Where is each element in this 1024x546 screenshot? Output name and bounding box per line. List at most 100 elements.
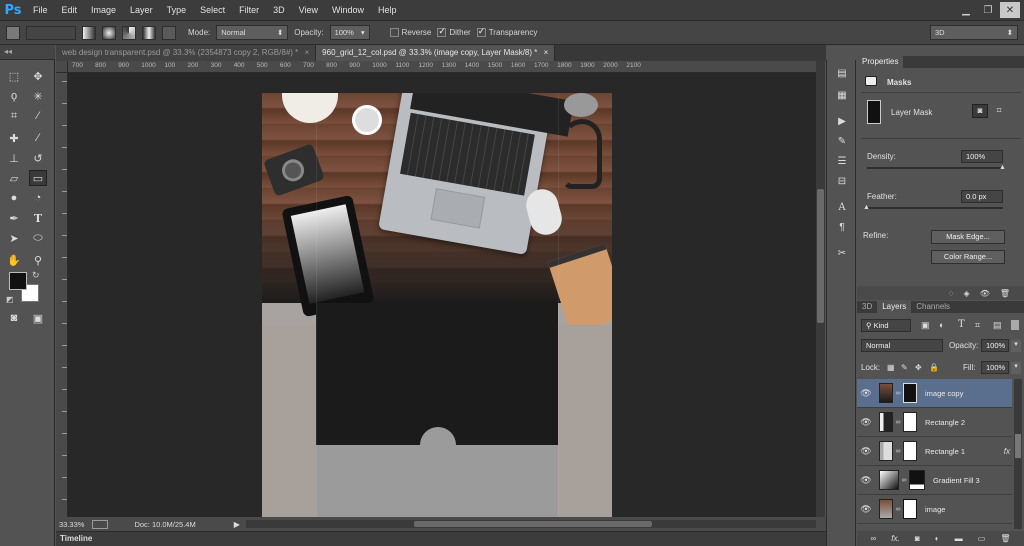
density-slider-thumb[interactable]: ▲	[999, 164, 1006, 171]
new-layer-icon[interactable]: ▭	[978, 534, 986, 543]
fx-icon[interactable]: fx	[1004, 447, 1010, 456]
eye-icon[interactable]: 👁	[857, 475, 875, 486]
canvas-area[interactable]	[68, 73, 816, 517]
proof-setup-icon[interactable]	[92, 519, 109, 529]
restore-icon[interactable]: ❐	[978, 2, 998, 18]
opacity-dropdown-arrow-icon[interactable]: ▾	[1011, 340, 1021, 352]
mask-visibility-icon[interactable]: 👁	[980, 289, 990, 298]
tool-presets-icon[interactable]: ✂	[834, 246, 850, 260]
link-icon[interactable]: ∞	[893, 448, 903, 455]
feather-slider-thumb[interactable]: ▲	[863, 204, 870, 211]
apply-mask-icon[interactable]: ◈	[964, 289, 970, 298]
close-icon[interactable]: ✕	[1000, 2, 1020, 18]
document-canvas[interactable]	[262, 93, 612, 517]
history-icon[interactable]: ▤	[834, 66, 850, 80]
layer-mask-thumbnail[interactable]	[903, 499, 917, 519]
layer-mask-thumbnail[interactable]	[903, 383, 917, 403]
horizontal-ruler[interactable]: 700 800 900 1000 100 200 300 400 500 600 700 800 900…	[56, 61, 816, 73]
close-tab-icon[interactable]: ×	[305, 48, 310, 57]
layer-thumbnail[interactable]	[879, 412, 893, 432]
foreground-color-swatch[interactable]	[9, 272, 27, 290]
transparency-check-icon[interactable]	[476, 26, 486, 38]
screen-mode-icon[interactable]: ▣	[29, 310, 47, 326]
status-menu-arrow-icon[interactable]: ▶	[234, 520, 240, 529]
link-icon[interactable]: ∞	[899, 477, 909, 484]
dither-checkbox[interactable]: Dither	[437, 26, 471, 38]
reverse-checkbox[interactable]: Reverse	[389, 28, 431, 38]
layer-row-rectangle-2[interactable]: 👁 ∞ Rectangle 2	[857, 408, 1012, 437]
color-range-button[interactable]: Color Range...	[931, 250, 1005, 264]
layer-filter-kind[interactable]: ⚲ Kind	[861, 319, 911, 332]
density-field[interactable]: 100%	[961, 150, 1003, 163]
menu-layer[interactable]: Layer	[123, 0, 160, 21]
lock-image-icon[interactable]: ✎	[901, 363, 908, 372]
reflected-gradient-icon[interactable]	[142, 25, 156, 40]
magic-wand-tool-icon[interactable]: ✳	[29, 88, 47, 104]
filter-adjustment-icon[interactable]: ◐	[939, 320, 944, 330]
reverse-check-icon[interactable]	[389, 28, 399, 38]
minimize-icon[interactable]: ▁	[956, 2, 976, 18]
adjustments-icon[interactable]: ☰	[834, 154, 850, 168]
pixel-mask-button[interactable]: ◙	[972, 104, 988, 118]
fill-field[interactable]: 100%	[981, 361, 1009, 374]
layer-mask-thumbnail[interactable]	[867, 100, 881, 124]
tab-3d[interactable]: 3D	[857, 301, 877, 313]
delete-layer-icon[interactable]: 🗑	[1000, 534, 1010, 543]
lasso-tool-icon[interactable]: ϙ	[5, 88, 23, 104]
layer-thumbnail[interactable]	[879, 470, 899, 490]
marquee-tool-icon[interactable]: ⬚	[5, 68, 23, 84]
dither-check-icon[interactable]	[437, 26, 447, 38]
layer-thumbnail[interactable]	[879, 499, 893, 519]
filter-smart-object-icon[interactable]: ▤	[993, 320, 1002, 331]
add-mask-icon[interactable]: ◙	[915, 534, 920, 543]
swap-colors-icon[interactable]: ↻	[32, 270, 40, 281]
canvas-vertical-scrollbar[interactable]	[816, 61, 825, 517]
mode-dropdown[interactable]: Normal ⬍	[216, 25, 289, 40]
menu-filter[interactable]: Filter	[232, 0, 266, 21]
layer-mask-thumbnail[interactable]	[903, 441, 917, 461]
menu-window[interactable]: Window	[325, 0, 371, 21]
add-style-icon[interactable]: fx.	[891, 534, 899, 543]
link-layers-icon[interactable]: ∞	[871, 534, 877, 543]
filter-type-icon[interactable]: T	[958, 319, 965, 330]
tab-channels[interactable]: Channels	[911, 301, 955, 313]
character-icon[interactable]: A	[834, 200, 850, 214]
gradient-tool-icon[interactable]: ▭	[29, 170, 47, 186]
diamond-gradient-icon[interactable]	[162, 25, 176, 40]
menu-select[interactable]: Select	[193, 0, 232, 21]
radial-gradient-icon[interactable]	[102, 25, 116, 40]
vertical-ruler[interactable]	[56, 73, 68, 517]
scroll-thumb[interactable]	[817, 189, 824, 323]
eye-icon[interactable]: 👁	[857, 388, 875, 399]
opacity-field[interactable]: 100% ▾	[329, 25, 370, 40]
layer-thumbnail[interactable]	[879, 383, 893, 403]
default-colors-icon[interactable]: ◩	[6, 295, 14, 304]
type-tool-icon[interactable]: T	[29, 210, 47, 226]
linear-gradient-icon[interactable]	[82, 25, 96, 40]
tab-960-grid[interactable]: 960_grid_12_col.psd @ 33.3% (image copy,…	[316, 45, 556, 61]
close-tab-icon[interactable]: ×	[544, 48, 549, 57]
menu-file[interactable]: File	[26, 0, 55, 21]
brush-presets-icon[interactable]: ✎	[834, 134, 850, 148]
transparency-checkbox[interactable]: Transparency	[476, 26, 537, 38]
tab-layers[interactable]: Layers	[877, 301, 912, 313]
load-selection-icon[interactable]: ◌	[949, 289, 954, 298]
eyedropper-tool-icon[interactable]: ⁄	[29, 108, 47, 124]
menu-view[interactable]: View	[292, 0, 325, 21]
angle-gradient-icon[interactable]	[122, 25, 136, 40]
layer-thumbnail[interactable]	[879, 441, 893, 461]
dodge-tool-icon[interactable]: ◔	[29, 190, 47, 206]
blur-tool-icon[interactable]: ●	[5, 190, 23, 206]
filter-shape-icon[interactable]: ⌗	[975, 320, 980, 331]
menu-3d[interactable]: 3D	[266, 0, 292, 21]
menu-image[interactable]: Image	[84, 0, 123, 21]
scroll-thumb[interactable]	[1015, 434, 1021, 458]
filter-toggle-icon[interactable]	[1011, 320, 1019, 330]
eraser-tool-icon[interactable]: ▱	[5, 170, 23, 186]
eye-icon[interactable]: 👁	[857, 446, 875, 457]
layer-row-image[interactable]: 👁 ∞ image	[857, 495, 1012, 524]
zoom-tool-icon[interactable]: ⚲	[29, 252, 47, 268]
layers-scrollbar[interactable]	[1014, 379, 1022, 529]
delete-mask-icon[interactable]: 🗑	[1000, 289, 1010, 298]
menu-edit[interactable]: Edit	[55, 0, 85, 21]
